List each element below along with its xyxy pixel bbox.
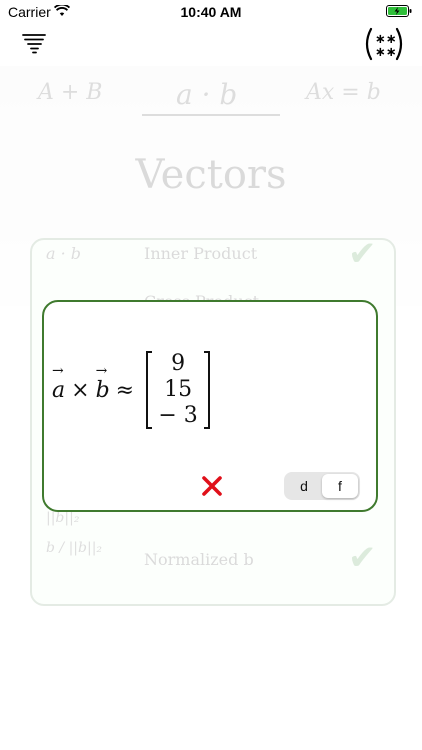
segment-double[interactable]: d — [286, 474, 322, 498]
clock: 10:40 AM — [180, 4, 242, 20]
row-inner-product-formula: a · b — [46, 244, 82, 263]
result-entry: 15 — [164, 377, 193, 402]
formula-underline — [142, 114, 280, 116]
svg-text:∗∗: ∗∗ — [375, 45, 397, 60]
result-modal: a × b ≈ 9 15 − 3 d f — [42, 300, 378, 512]
row-norm-formula: ||b||₂ — [46, 510, 80, 526]
page-title: Vectors — [135, 152, 287, 198]
row-normalized-formula: b / ||b||₂ — [46, 540, 103, 556]
times-operator: × — [71, 377, 90, 403]
segment-float[interactable]: f — [322, 474, 358, 498]
formula-linear-system: Ax = b — [306, 80, 381, 105]
result-entry: − 3 — [158, 403, 198, 428]
check-icon: ✔ — [348, 538, 377, 578]
matrix-icon[interactable]: ∗∗ ∗∗ — [362, 26, 406, 62]
result-entry: 9 — [171, 351, 186, 376]
cross-product-result: a × b ≈ 9 15 − 3 — [52, 350, 211, 430]
row-inner-product-label[interactable]: Inner Product — [144, 244, 257, 263]
check-icon: ✔ — [348, 234, 377, 274]
precision-segmented-control: d f — [284, 472, 360, 500]
approx-operator: ≈ — [115, 377, 135, 403]
result-vector: 9 15 − 3 — [146, 351, 211, 429]
formula-dot: a · b — [176, 78, 238, 111]
vector-b: b — [96, 363, 110, 403]
status-bar: Carrier 10:40 AM — [0, 0, 422, 24]
formula-add: A + B — [38, 80, 103, 105]
nav-bar: ∗∗ ∗∗ — [0, 24, 422, 68]
battery-charging-icon — [386, 5, 412, 17]
close-icon[interactable] — [200, 474, 224, 498]
row-normalized-label[interactable]: Normalized b — [144, 550, 254, 569]
vector-a: a — [52, 363, 65, 403]
tornado-icon[interactable] — [20, 30, 48, 58]
